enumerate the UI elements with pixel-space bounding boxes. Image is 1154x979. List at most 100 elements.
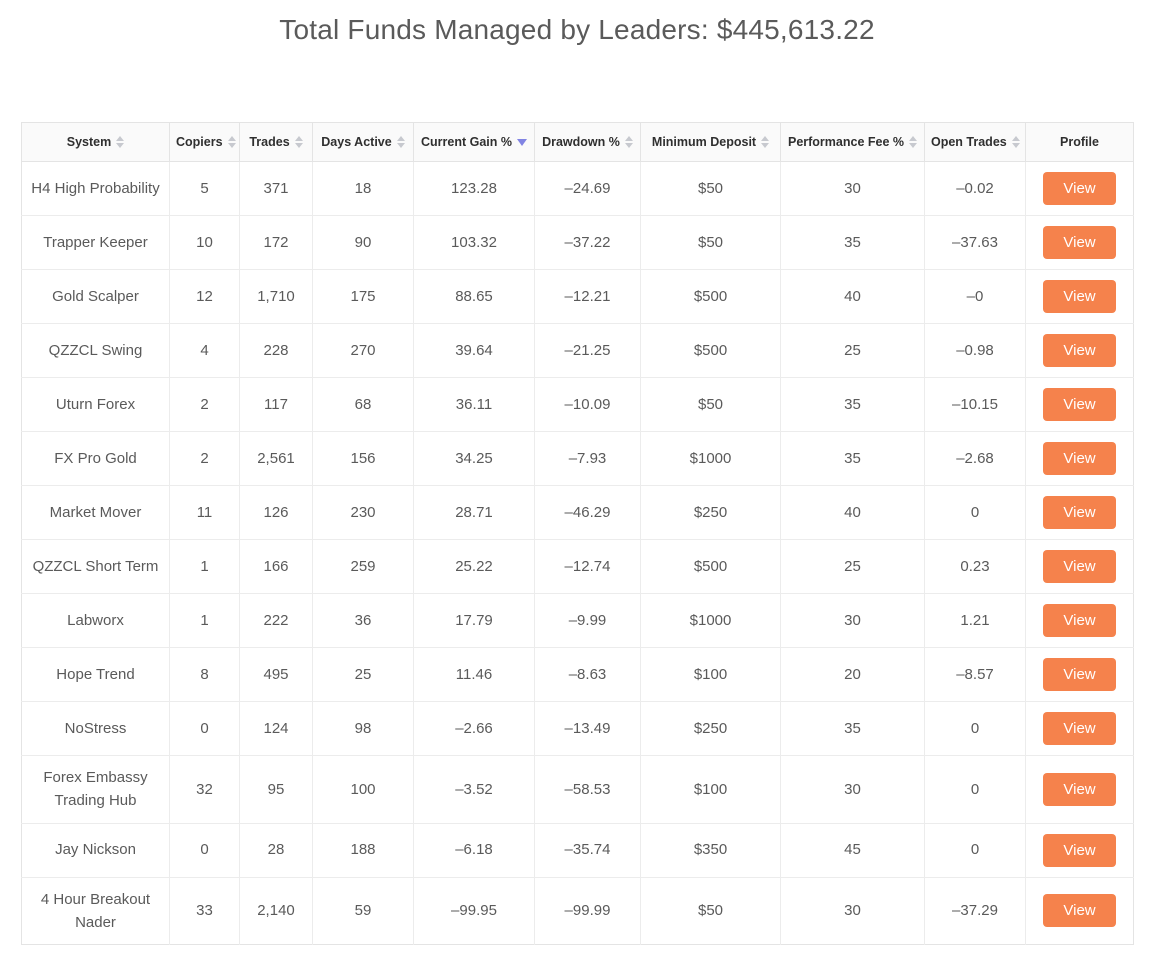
view-profile-button[interactable]: View	[1043, 773, 1115, 806]
leaderboard-container: System Copiers Trades Days Active Current Ga…	[21, 56, 1133, 945]
performance-fee-value: 20	[781, 648, 925, 702]
performance-fee-value: 25	[781, 540, 925, 594]
table-header-row: System Copiers Trades Days Active Current Ga…	[22, 123, 1134, 162]
system-name: Gold Scalper	[22, 270, 170, 324]
column-header-label: Days Active	[321, 135, 391, 149]
trades-value: 1,710	[240, 270, 313, 324]
system-name: QZZCL Swing	[22, 324, 170, 378]
trades-value: 28	[240, 823, 313, 877]
chevron-down-icon	[517, 139, 527, 146]
sort-descending-icon[interactable]	[517, 139, 527, 146]
view-profile-button[interactable]: View	[1043, 226, 1115, 259]
view-profile-button[interactable]: View	[1043, 834, 1115, 867]
table-row: FX Pro Gold22,56115634.25–7.93$100035–2.…	[22, 432, 1134, 486]
table-row: Jay Nickson028188–6.18–35.74$350450View	[22, 823, 1134, 877]
drawdown-value: –12.74	[535, 540, 641, 594]
current-gain-value: 34.25	[414, 432, 535, 486]
open-trades-value: –0.02	[925, 162, 1026, 216]
column-header-performance-fee[interactable]: Performance Fee %	[781, 123, 925, 162]
drawdown-value: –24.69	[535, 162, 641, 216]
days-active-value: 68	[313, 378, 414, 432]
view-profile-button[interactable]: View	[1043, 280, 1115, 313]
column-header-current-gain[interactable]: Current Gain %	[414, 123, 535, 162]
table-row: QZZCL Swing422827039.64–21.25$50025–0.98…	[22, 324, 1134, 378]
view-profile-button[interactable]: View	[1043, 894, 1115, 927]
profile-cell: View	[1026, 540, 1134, 594]
chevron-down-icon	[909, 143, 917, 148]
performance-fee-value: 40	[781, 270, 925, 324]
drawdown-value: –99.99	[535, 877, 641, 945]
profile-cell: View	[1026, 702, 1134, 756]
drawdown-value: –21.25	[535, 324, 641, 378]
current-gain-value: 17.79	[414, 594, 535, 648]
days-active-value: 100	[313, 756, 414, 824]
drawdown-value: –9.99	[535, 594, 641, 648]
sort-toggle-icon[interactable]	[397, 136, 405, 148]
copiers-value: 2	[170, 378, 240, 432]
days-active-value: 259	[313, 540, 414, 594]
days-active-value: 90	[313, 216, 414, 270]
minimum-deposit-value: $500	[641, 324, 781, 378]
system-name: NoStress	[22, 702, 170, 756]
current-gain-value: 36.11	[414, 378, 535, 432]
chevron-up-icon	[909, 136, 917, 141]
sort-toggle-icon[interactable]	[625, 136, 633, 148]
chevron-down-icon	[228, 143, 236, 148]
days-active-value: 98	[313, 702, 414, 756]
drawdown-value: –13.49	[535, 702, 641, 756]
minimum-deposit-value: $250	[641, 702, 781, 756]
sort-toggle-icon[interactable]	[1012, 136, 1020, 148]
copiers-value: 12	[170, 270, 240, 324]
sort-toggle-icon[interactable]	[909, 136, 917, 148]
chevron-down-icon	[295, 143, 303, 148]
chevron-up-icon	[116, 136, 124, 141]
profile-cell: View	[1026, 648, 1134, 702]
copiers-value: 2	[170, 432, 240, 486]
table-row: Forex Embassy Trading Hub3295100–3.52–58…	[22, 756, 1134, 824]
current-gain-value: –2.66	[414, 702, 535, 756]
sort-toggle-icon[interactable]	[228, 136, 236, 148]
view-profile-button[interactable]: View	[1043, 442, 1115, 475]
open-trades-value: –0	[925, 270, 1026, 324]
days-active-value: 175	[313, 270, 414, 324]
column-header-minimum-deposit[interactable]: Minimum Deposit	[641, 123, 781, 162]
view-profile-button[interactable]: View	[1043, 604, 1115, 637]
sort-toggle-icon[interactable]	[295, 136, 303, 148]
current-gain-value: 39.64	[414, 324, 535, 378]
performance-fee-value: 35	[781, 432, 925, 486]
column-header-days-active[interactable]: Days Active	[313, 123, 414, 162]
column-header-open-trades[interactable]: Open Trades	[925, 123, 1026, 162]
column-header-drawdown[interactable]: Drawdown %	[535, 123, 641, 162]
chevron-up-icon	[625, 136, 633, 141]
column-header-copiers[interactable]: Copiers	[170, 123, 240, 162]
open-trades-value: 0	[925, 756, 1026, 824]
view-profile-button[interactable]: View	[1043, 172, 1115, 205]
column-header-system[interactable]: System	[22, 123, 170, 162]
chevron-down-icon	[116, 143, 124, 148]
view-profile-button[interactable]: View	[1043, 334, 1115, 367]
system-name: Forex Embassy Trading Hub	[22, 756, 170, 824]
sort-toggle-icon[interactable]	[116, 136, 124, 148]
copiers-value: 0	[170, 702, 240, 756]
view-profile-button[interactable]: View	[1043, 550, 1115, 583]
view-profile-button[interactable]: View	[1043, 496, 1115, 529]
open-trades-value: –8.57	[925, 648, 1026, 702]
column-header-label: Minimum Deposit	[652, 135, 756, 149]
system-name: Trapper Keeper	[22, 216, 170, 270]
view-profile-button[interactable]: View	[1043, 658, 1115, 691]
performance-fee-value: 30	[781, 162, 925, 216]
sort-toggle-icon[interactable]	[761, 136, 769, 148]
current-gain-value: –3.52	[414, 756, 535, 824]
view-profile-button[interactable]: View	[1043, 712, 1115, 745]
view-profile-button[interactable]: View	[1043, 388, 1115, 421]
trades-value: 172	[240, 216, 313, 270]
column-header-label: Trades	[249, 135, 289, 149]
table-row: Gold Scalper121,71017588.65–12.21$50040–…	[22, 270, 1134, 324]
column-header-trades[interactable]: Trades	[240, 123, 313, 162]
table-body: H4 High Probability537118123.28–24.69$50…	[22, 162, 1134, 945]
column-header-label: System	[67, 135, 111, 149]
table-row: Hope Trend84952511.46–8.63$10020–8.57Vie…	[22, 648, 1134, 702]
days-active-value: 36	[313, 594, 414, 648]
minimum-deposit-value: $500	[641, 270, 781, 324]
trades-value: 495	[240, 648, 313, 702]
